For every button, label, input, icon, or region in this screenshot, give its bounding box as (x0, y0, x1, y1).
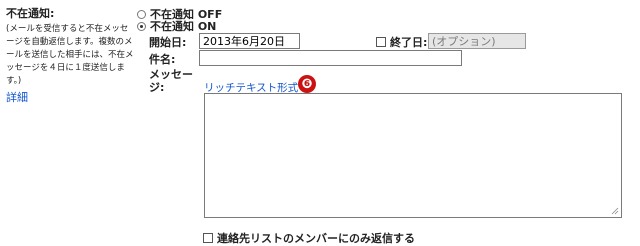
details-link[interactable]: 詳細 (6, 89, 134, 105)
contacts-only-checkbox[interactable] (203, 233, 213, 243)
contacts-only-option[interactable]: 連絡先リストのメンバーにのみ返信する (203, 230, 415, 246)
start-date-input[interactable] (199, 33, 300, 49)
vacation-on-label: 不在通知 ON (150, 20, 217, 33)
vacation-description: (メールを受信すると不在メッセージを自動返信します。複数のメールを送信した相手に… (6, 24, 134, 86)
subject-label: 件名: (149, 53, 176, 66)
resize-grip-icon[interactable] (611, 207, 619, 215)
end-date-input[interactable] (428, 33, 526, 49)
subject-input[interactable] (199, 50, 462, 66)
vacation-on-option[interactable]: 不在通知 ON (137, 18, 216, 34)
end-date-checkbox[interactable] (376, 37, 386, 47)
vacation-on-radio[interactable] (137, 21, 146, 31)
vacation-title: 不在通知: (6, 7, 55, 20)
step-6-badge: ❻ (298, 75, 316, 93)
end-date-label: 終了日: (390, 36, 428, 49)
message-label: メッセージ: (149, 68, 193, 94)
contacts-only-label: 連絡先リストのメンバーにのみ返信する (217, 232, 415, 245)
end-date-option[interactable]: 終了日: (376, 34, 427, 50)
vacation-section-header: 不在通知: (メールを受信すると不在メッセージを自動返信します。複数のメールを送… (6, 5, 134, 105)
message-textarea[interactable] (204, 93, 622, 218)
start-date-label: 開始日: (149, 36, 187, 49)
